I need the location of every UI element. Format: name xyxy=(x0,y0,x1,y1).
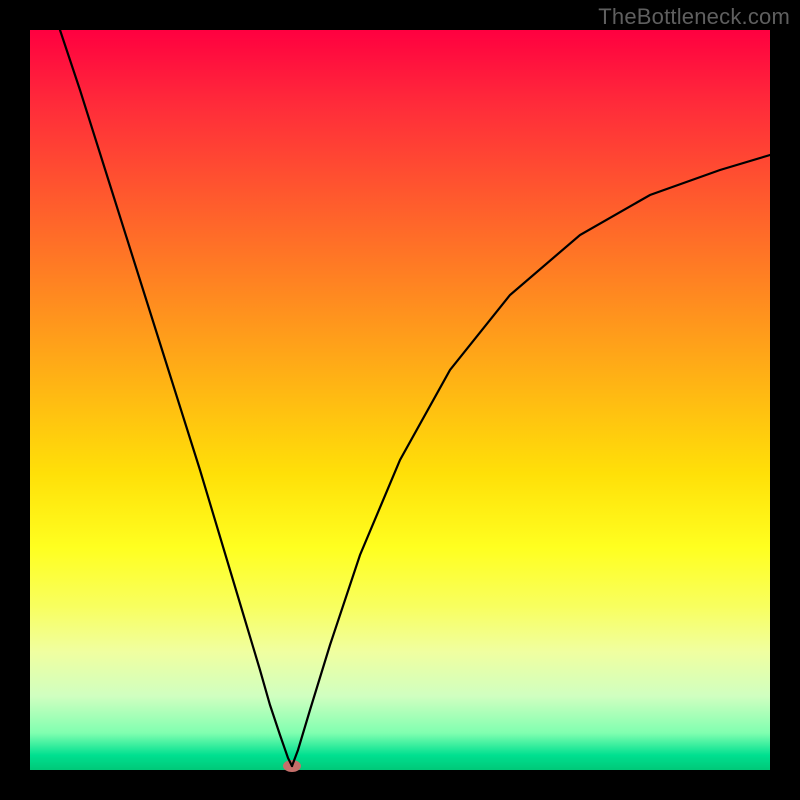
watermark-text: TheBottleneck.com xyxy=(598,4,790,30)
bottleneck-curve xyxy=(30,30,770,770)
curve-left-branch xyxy=(60,30,292,766)
curve-right-branch xyxy=(292,155,770,766)
chart-plot-area xyxy=(30,30,770,770)
